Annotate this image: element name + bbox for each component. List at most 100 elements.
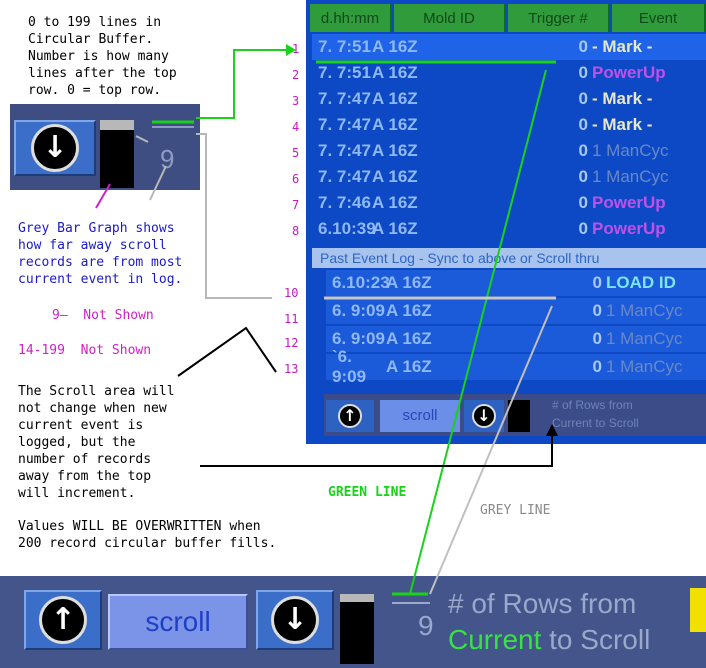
row-number-13: 13 [284, 362, 299, 376]
trigger-cell: 0 [578, 167, 588, 186]
table-row[interactable]: 6.10:23 A 16Z 0 LOAD ID [326, 270, 706, 296]
bar-graph-fill [340, 594, 374, 603]
table-row[interactable]: 6. 9:09 A 16Z 0 1 ManCyc [326, 298, 706, 324]
mold-id-cell: A 16Z [386, 329, 432, 348]
col-header-time[interactable]: d.hh:mm [310, 4, 392, 32]
event-cell: 1 ManCyc [606, 329, 683, 348]
mold-id-cell: A 16Z [386, 273, 432, 292]
event-cell: PowerUp [592, 63, 666, 82]
trigger-cell: 0 [592, 357, 602, 376]
event-cell: - Mark - [592, 37, 653, 56]
down-arrow-icon: ↓ [472, 404, 496, 428]
event-cell: LOAD ID [606, 273, 676, 292]
time-cell: 6.10:23 [332, 273, 390, 292]
trigger-cell: 0 [578, 115, 588, 134]
mini-scroll-widget: ↓ 9 [10, 104, 200, 190]
table-row[interactable]: 7. 7:51 A 16Z 0- Mark - [312, 34, 706, 60]
time-cell: 7. 7:46 [318, 193, 371, 212]
trigger-cell: 0 [578, 141, 588, 160]
rows-label-rest: to Scroll [541, 624, 651, 655]
table-row[interactable]: 7. 7:51 A 16Z 0 PowerUp [312, 60, 706, 86]
row-number-3: 3 [292, 94, 300, 108]
green-connector [196, 49, 286, 119]
event-cell: 1 ManCyc [606, 301, 683, 320]
time-cell: `6. 9:09 [332, 347, 367, 386]
mini-scroll-down-button[interactable]: ↓ [14, 120, 96, 176]
trigger-cell: 0 [578, 37, 588, 56]
trigger-cell: 0 [592, 273, 602, 292]
time-cell: 7. 7:47 [318, 141, 371, 160]
trigger-cell: 0 [578, 193, 588, 212]
event-cell: - Mark - [592, 89, 653, 108]
table-row[interactable]: 7. 7:47 A 16Z 0 1 ManCyc [312, 138, 706, 164]
row-number-4: 4 [292, 120, 300, 134]
mini-bar-graph [100, 120, 134, 188]
mold-id-cell: A 16Z [386, 357, 432, 376]
scroll-control-strip: ↑ scroll ↓ 9 # of Rows from Current to S… [0, 576, 706, 668]
screen-scroll-down-button[interactable]: ↓ [464, 400, 504, 432]
grey-line-label: GREY LINE [480, 503, 551, 518]
down-arrow-icon: ↓ [271, 596, 319, 644]
scroll-button[interactable]: scroll [108, 594, 248, 650]
up-arrow-icon: ↑ [39, 596, 87, 644]
time-cell: 7. 7:51 [318, 63, 371, 82]
time-cell: 7. 7:47 [318, 115, 371, 134]
time-cell: 7. 7:47 [318, 167, 371, 186]
table-row[interactable]: 7. 7:47 A 16Z 0 1 ManCyc [312, 164, 706, 190]
time-cell: 7. 7:51 [318, 37, 371, 56]
trigger-cell: 0 [578, 219, 588, 238]
rows-label-line1: # of Rows from [448, 588, 637, 619]
time-cell: 6. 9:09 [332, 301, 385, 320]
scroll-area-note: The Scroll area will not change when new… [18, 384, 175, 501]
time-cell: 6.10:39 [318, 219, 376, 238]
bar-graph-note: Grey Bar Graph shows how far away scroll… [18, 221, 183, 287]
mold-id-cell: A 16Z [386, 301, 432, 320]
col-header-trigger[interactable]: Trigger # [508, 4, 610, 32]
col-header-event[interactable]: Event [612, 4, 706, 32]
table-row[interactable]: 7. 7:46 A 16Z 0 PowerUp [312, 190, 706, 216]
event-cell: PowerUp [592, 193, 666, 212]
time-cell: 6. 9:09 [332, 329, 385, 348]
event-cell: 1 ManCyc [592, 167, 669, 186]
scroll-event-rows: 6.10:23 A 16Z 0 LOAD ID 6. 9:09 A 16Z 0 1 ManCy… [326, 270, 706, 386]
row-number-12: 12 [284, 336, 299, 350]
row-number-11: 11 [284, 312, 299, 326]
row-number-7: 7 [292, 198, 300, 212]
row-number-1: 1 [292, 42, 300, 56]
nine-not-shown-note: 9— Not Shown [52, 308, 154, 323]
table-row[interactable]: 7. 7:47 A 16Z 0- Mark - [312, 86, 706, 112]
table-row[interactable]: 7. 7:47 A 16Z 0- Mark - [312, 112, 706, 138]
row-number-8: 8 [292, 224, 300, 238]
black-bracket [177, 326, 277, 377]
scroll-down-button[interactable]: ↓ [256, 590, 334, 650]
screen-rows-label: # of Rows from Current to Scroll [552, 398, 639, 430]
count-line [392, 602, 430, 604]
scroll-up-button[interactable]: ↑ [24, 590, 102, 650]
overwrite-note: Values WILL BE OVERWRITTEN when 200 reco… [18, 519, 277, 551]
yellow-indicator [690, 588, 706, 632]
mold-id-cell: A 16Z [372, 167, 418, 186]
trigger-cell: 0 [592, 301, 602, 320]
row-number-6: 6 [292, 172, 300, 186]
buffer-note: 0 to 199 lines in Circular Buffer. Numbe… [28, 15, 177, 98]
bar-graph [340, 594, 374, 664]
row-number-10: 10 [284, 286, 299, 300]
event-log-screen: d.hh:mm Mold ID Trigger # Event 7. 7:51 A… [306, 0, 706, 444]
mold-id-cell: A 16Z [372, 63, 418, 82]
table-row[interactable]: 6.10:39 A 16Z 0 PowerUp [312, 216, 706, 242]
current-event-rows: 7. 7:51 A 16Z 0- Mark -7. 7:51 A 16Z 0 PowerU… [312, 34, 706, 242]
screen-scroll-button[interactable]: scroll [380, 400, 460, 432]
screen-scroll-up-button[interactable]: ↑ [326, 400, 374, 432]
rows-label-current: Current [448, 624, 542, 655]
screen-bar-graph [508, 400, 530, 432]
row-number-2: 2 [292, 68, 300, 82]
mini-bar-graph-fill [100, 120, 134, 131]
row-count: 9 [418, 610, 434, 641]
col-header-mold-id[interactable]: Mold ID [394, 4, 506, 32]
event-cell: - Mark - [592, 115, 653, 134]
table-row[interactable]: `6. 9:09 A 16Z 0 1 ManCyc [326, 347, 706, 386]
event-cell: 1 ManCyc [592, 141, 669, 160]
row-number-5: 5 [292, 146, 300, 160]
mold-id-cell: A 16Z [372, 193, 418, 212]
trigger-cell: 0 [592, 329, 602, 348]
